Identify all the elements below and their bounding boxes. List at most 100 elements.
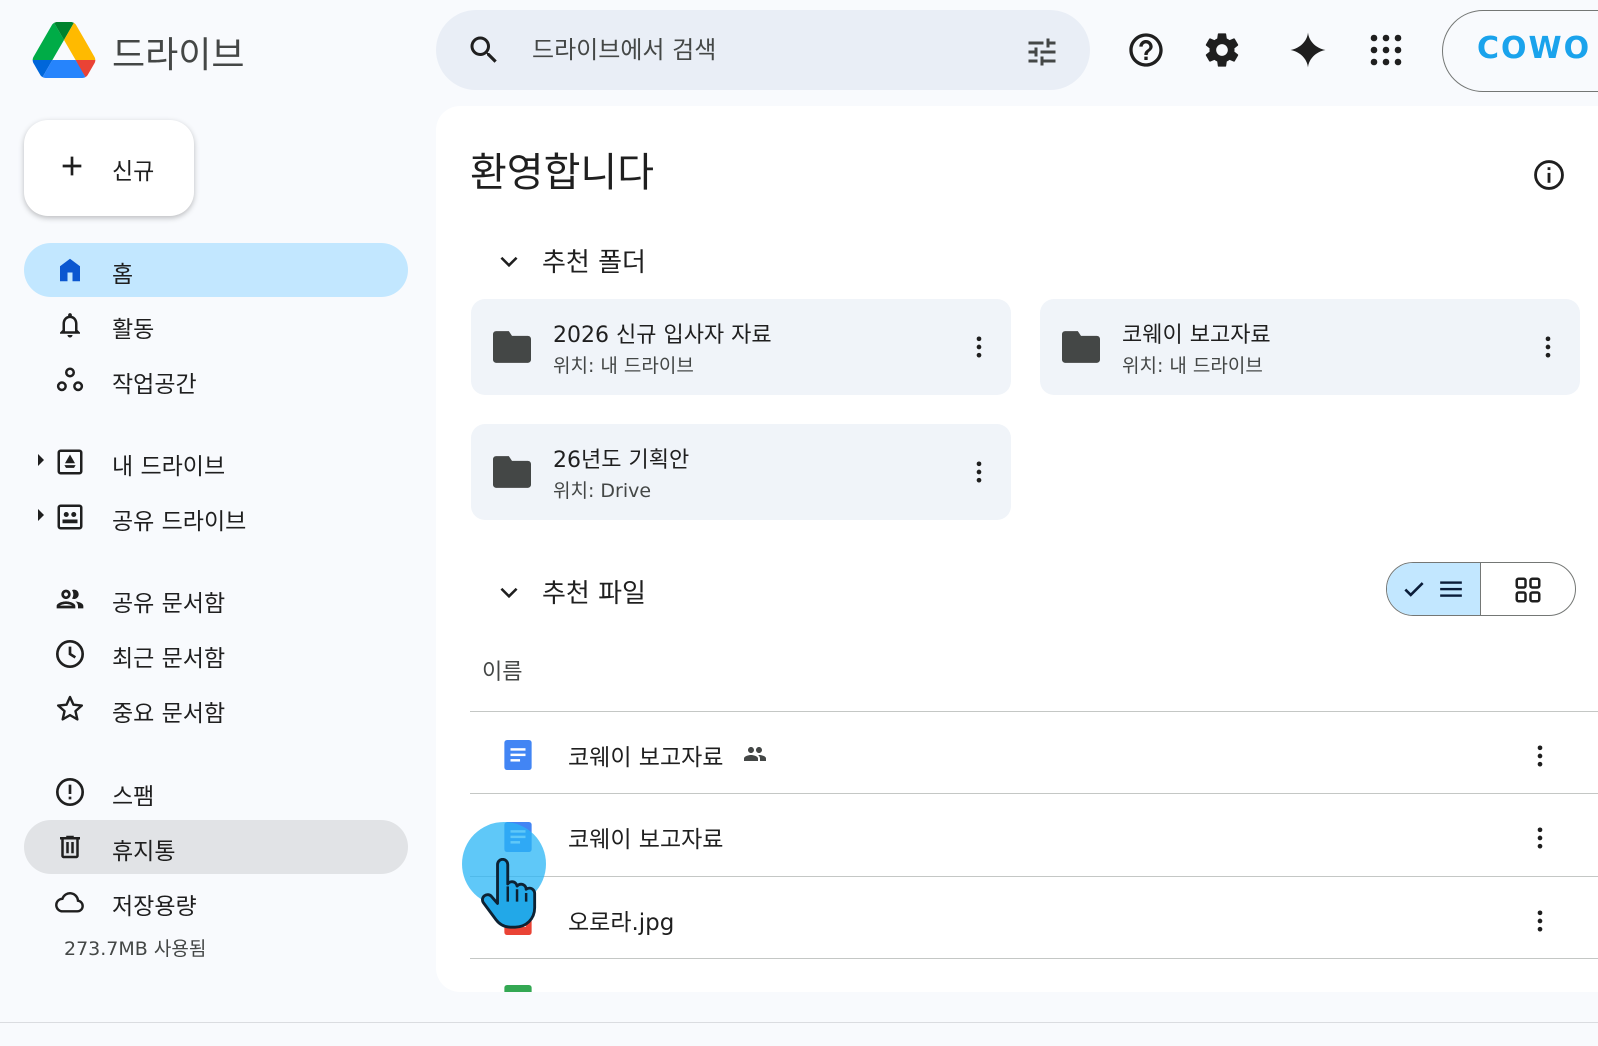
expand-caret-icon[interactable] bbox=[38, 509, 44, 521]
new-button[interactable]: 신규 bbox=[24, 120, 194, 216]
plus-icon bbox=[62, 156, 82, 176]
main-content: 환영합니다 추천 폴더 2026 신규 입사자 자료 위치: 내 드라이브 코웨… bbox=[436, 106, 1598, 992]
folder-location: 위치: Drive bbox=[553, 480, 652, 502]
check-icon bbox=[1404, 582, 1424, 597]
bottom-edge bbox=[0, 1022, 1598, 1046]
folder-card[interactable]: 26년도 기획안 위치: Drive bbox=[471, 424, 1011, 520]
folder-icon bbox=[1062, 331, 1100, 363]
more-vert-icon[interactable] bbox=[1526, 742, 1554, 770]
people-icon bbox=[54, 583, 86, 615]
sparkle-icon bbox=[1290, 32, 1326, 68]
grid-view-button[interactable] bbox=[1481, 563, 1575, 615]
more-vert-icon[interactable] bbox=[1526, 907, 1554, 935]
hand-cursor-icon bbox=[481, 858, 537, 929]
sidebar-item-label: 공유 문서함 bbox=[112, 591, 226, 617]
sidebar-item-label: 작업공간 bbox=[112, 372, 197, 398]
file-row[interactable]: 코웨이 보고자료 bbox=[470, 793, 1598, 875]
more-vert-icon[interactable] bbox=[1526, 824, 1554, 852]
sidebar-item-label: 저장용량 bbox=[112, 894, 197, 920]
folder-location: 위치: 내 드라이브 bbox=[553, 355, 694, 377]
new-button-label: 신규 bbox=[112, 159, 155, 185]
suggested-folders-title: 추천 폴더 bbox=[542, 248, 646, 278]
folder-name: 코웨이 보고자료 bbox=[1122, 323, 1271, 348]
sidebar-item-label: 스팸 bbox=[112, 784, 155, 810]
sidebar-item-trash[interactable]: 휴지통 bbox=[24, 820, 408, 874]
suggested-files-title: 추천 파일 bbox=[542, 579, 646, 609]
folder-location: 위치: 내 드라이브 bbox=[1122, 355, 1263, 377]
list-view-button[interactable] bbox=[1387, 563, 1481, 615]
home-icon bbox=[54, 254, 86, 286]
file-row[interactable]: 코웨이 보고자료 bbox=[470, 711, 1598, 793]
storage-used-text: 273.7MB 사용됨 bbox=[64, 938, 207, 960]
sidebar-item-shared-with-me[interactable]: 공유 문서함 bbox=[24, 572, 408, 626]
info-icon[interactable] bbox=[1532, 158, 1566, 192]
folder-icon bbox=[493, 331, 531, 363]
sidebar-item-home[interactable]: 홈 bbox=[24, 243, 408, 297]
sidebar-item-activity[interactable]: 활동 bbox=[24, 298, 408, 352]
shared-drive-icon bbox=[54, 501, 86, 533]
apps-grid-icon bbox=[1370, 34, 1402, 66]
more-vert-icon[interactable] bbox=[965, 458, 993, 486]
suggested-files-header[interactable]: 추천 파일 bbox=[476, 573, 646, 610]
sidebar-item-storage[interactable]: 저장용량 bbox=[24, 875, 408, 929]
drive-logo[interactable]: 드라이브 bbox=[32, 22, 244, 78]
account-label: COWO bbox=[1477, 31, 1592, 66]
search-options-icon[interactable] bbox=[1024, 34, 1060, 70]
star-icon bbox=[54, 693, 86, 725]
sidebar-item-label: 공유 드라이브 bbox=[112, 509, 247, 535]
sidebar-item-label: 내 드라이브 bbox=[112, 454, 226, 480]
help-button[interactable] bbox=[1122, 26, 1170, 74]
folder-icon bbox=[493, 456, 531, 488]
cloud-icon bbox=[54, 886, 86, 918]
more-vert-icon[interactable] bbox=[965, 333, 993, 361]
sidebar-item-label: 홈 bbox=[112, 262, 134, 288]
grid-icon bbox=[1515, 577, 1541, 603]
column-header-name[interactable]: 이름 bbox=[482, 654, 522, 686]
settings-button[interactable] bbox=[1198, 26, 1246, 74]
file-row[interactable]: 오로라.jpg bbox=[470, 876, 1598, 958]
workspace-icon bbox=[54, 364, 86, 396]
sidebar-item-shared-drive[interactable]: 공유 드라이브 bbox=[24, 490, 408, 544]
sidebar-item-label: 휴지통 bbox=[112, 839, 176, 865]
google-docs-icon bbox=[504, 740, 532, 770]
file-name: 오로라.jpg bbox=[568, 910, 675, 936]
my-drive-icon bbox=[54, 446, 86, 478]
file-name: 코웨이 보고자료 bbox=[568, 745, 724, 771]
account-chip[interactable]: COWO bbox=[1442, 10, 1598, 92]
bell-icon bbox=[54, 309, 86, 341]
help-icon bbox=[1129, 33, 1163, 67]
folder-name: 26년도 기획안 bbox=[553, 448, 690, 473]
spam-icon bbox=[54, 776, 86, 808]
folder-card[interactable]: 코웨이 보고자료 위치: 내 드라이브 bbox=[1040, 299, 1580, 395]
file-row-partial[interactable] bbox=[470, 958, 1598, 992]
suggested-folders-header[interactable]: 추천 폴더 bbox=[476, 242, 646, 279]
sidebar-item-label: 최근 문서함 bbox=[112, 646, 226, 672]
sidebar-item-recent[interactable]: 최근 문서함 bbox=[24, 627, 408, 681]
page-title: 환영합니다 bbox=[470, 150, 654, 196]
sidebar-item-spam[interactable]: 스팸 bbox=[24, 765, 408, 819]
more-vert-icon[interactable] bbox=[1526, 989, 1554, 992]
sidebar-item-workspace[interactable]: 작업공간 bbox=[24, 353, 408, 407]
trash-icon bbox=[54, 831, 86, 863]
apps-button[interactable] bbox=[1362, 26, 1410, 74]
google-sheets-icon bbox=[504, 985, 532, 992]
folder-card[interactable]: 2026 신규 입사자 자료 위치: 내 드라이브 bbox=[471, 299, 1011, 395]
chevron-down-icon[interactable] bbox=[496, 248, 522, 274]
gear-icon bbox=[1205, 33, 1239, 67]
gemini-button[interactable] bbox=[1284, 26, 1332, 74]
search-bar[interactable] bbox=[436, 10, 1090, 90]
search-input[interactable] bbox=[532, 30, 1002, 70]
clock-icon bbox=[54, 638, 86, 670]
sidebar-item-my-drive[interactable]: 내 드라이브 bbox=[24, 435, 408, 489]
file-name: 코웨이 보고자료 bbox=[568, 827, 724, 853]
view-toggle[interactable] bbox=[1386, 562, 1576, 616]
sidebar-item-starred[interactable]: 중요 문서함 bbox=[24, 682, 408, 736]
more-vert-icon[interactable] bbox=[1534, 333, 1562, 361]
expand-caret-icon[interactable] bbox=[38, 454, 44, 466]
sidebar-item-label: 중요 문서함 bbox=[112, 701, 226, 727]
chevron-down-icon[interactable] bbox=[496, 579, 522, 605]
drive-logo-icon bbox=[32, 22, 96, 78]
search-icon[interactable] bbox=[466, 32, 502, 68]
folder-name: 2026 신규 입사자 자료 bbox=[553, 323, 772, 348]
sidebar-item-label: 활동 bbox=[112, 317, 155, 343]
